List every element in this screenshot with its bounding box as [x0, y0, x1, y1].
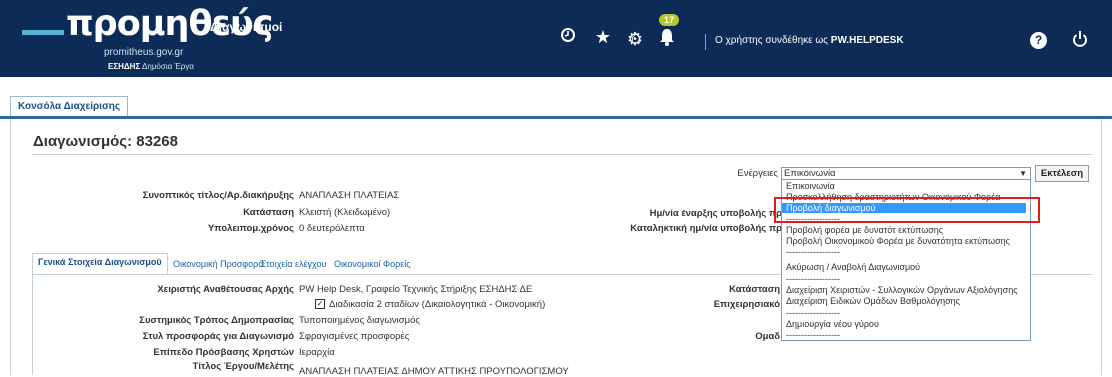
- authority-value: PW Help Desk, Γραφείο Τεχνικής Στήριξης …: [299, 284, 533, 295]
- project-title-label: Τίτλος Έργου/Μελέτης: [192, 361, 294, 372]
- logo-accent-bar: [22, 30, 64, 35]
- dropdown-option[interactable]: Ακύρωση / Αναβολή Διαγωνισμού: [786, 262, 920, 272]
- page-title: Διαγωνισμός: 83268: [33, 133, 178, 150]
- dropdown-option[interactable]: Διαχείριση Χειριστών - Συλλογικών Οργάνω…: [786, 285, 1018, 295]
- method-value: Τυποποιημένος διαγωνισμός: [299, 315, 420, 326]
- notification-count-badge[interactable]: 17: [659, 14, 680, 26]
- subtab-economic-operators[interactable]: Οικονομικοί Φορείς: [334, 259, 411, 269]
- actions-label: Ενέργειες: [737, 168, 778, 179]
- dropdown-separator: ------------------: [786, 247, 840, 257]
- offer-style-value: Σφραγισμένες προσφορές: [299, 331, 410, 342]
- subtab-control-data[interactable]: Στοιχεία ελέγχου: [261, 259, 326, 269]
- tab-admin-console[interactable]: Κονσόλα Διαχείρισης: [10, 96, 129, 117]
- right-business-label: Επιχειρησιακό: [713, 299, 780, 310]
- gear-icon[interactable]: ⚙: [624, 29, 646, 49]
- access-value: Ιεραρχία: [299, 347, 335, 358]
- dropdown-option[interactable]: Προβολή Οικονομικού Φορέα με δυνατότητα …: [786, 236, 1010, 246]
- header-separator: [705, 34, 706, 50]
- dropdown-option[interactable]: Επικοινωνία: [786, 181, 835, 191]
- actions-selected-value: Επικοινωνία: [784, 168, 836, 179]
- project-title-value: ΑΝΑΠΛΑΣΗ ΠΛΑΤΕΙΑΣ ΔΗΜΟΥ ΑΤΤΙΚΗΣ ΠΡΟΥΠΟΛΟ…: [299, 366, 569, 377]
- bell-icon[interactable]: [656, 28, 678, 50]
- execute-button[interactable]: Εκτέλεση: [1035, 165, 1089, 182]
- end-date-label: Καταληκτική ημ/νία υποβολής πρ: [630, 223, 782, 234]
- dropdown-option[interactable]: Προβολή φορέα με δυνατότ εκτύπωσης: [786, 225, 943, 235]
- dropdown-separator: ------------------: [786, 274, 840, 284]
- user-info: Ο χρήστης συνδέθηκε ως PW.HELPDESK: [715, 35, 904, 46]
- summary-status-label: Κατάσταση: [243, 207, 294, 218]
- summary-title-value: ΑΝΑΠΛΑΣΗ ΠΛΑΤΕΙΑΣ: [299, 190, 400, 201]
- dropdown-separator: ------------------: [786, 330, 840, 340]
- star-icon[interactable]: ★: [592, 27, 614, 47]
- dropdown-separator: ------------------: [786, 308, 840, 318]
- clock-icon[interactable]: [557, 27, 579, 47]
- title-divider: [32, 154, 1092, 155]
- offer-style-label: Στυλ προσφοράς για Διαγωνισμό: [142, 331, 294, 342]
- highlight-box: [774, 197, 1040, 223]
- user-prefix: Ο χρήστης συνδέθηκε ως: [715, 35, 828, 46]
- summary-title-label: Συνοπτικός τίτλος/Αρ.διακήρυξης: [142, 190, 294, 201]
- user-name: PW.HELPDESK: [830, 35, 904, 46]
- tab-strip: [0, 77, 1112, 119]
- summary-remaining-value: 0 δευτερόλεπτα: [299, 223, 365, 234]
- two-stage-label: Διαδικασία 2 σταδίων (Δικαιολογητικά - Ο…: [329, 299, 546, 310]
- app-header: προμηθεύς Διαγωνισμοί promitheus.gov.gr …: [0, 0, 1112, 77]
- right-group-label: Ομαδ: [755, 331, 780, 342]
- summary-status-value: Κλειστή (Κλειδωμένο): [299, 207, 391, 218]
- help-icon[interactable]: ?: [1030, 32, 1047, 49]
- start-date-label: Ημ/νία έναρξης υποβολής πρ: [649, 208, 782, 219]
- authority-label: Χειριστής Αναθέτουσας Αρχής: [157, 284, 294, 295]
- logo-subtitle: Διαγωνισμοί: [210, 20, 283, 34]
- access-label: Επίπεδο Πρόσβασης Χρηστών: [153, 347, 294, 358]
- dropdown-option[interactable]: Διαχείριση Ειδικών Ομάδων Βαθμολόγησης: [786, 296, 960, 306]
- logo-url: promitheus.gov.gr: [104, 47, 184, 58]
- power-icon[interactable]: [1072, 30, 1088, 53]
- logo-org: ΕΣΗΔΗΣ Δημόσια Έργα: [108, 62, 194, 71]
- subtab-general[interactable]: Γενικά Στοιχεία Διαγωνισμού: [32, 253, 168, 275]
- logo-org-name: ΕΣΗΔΗΣ: [108, 62, 141, 71]
- right-status-label: Κατάσταση: [729, 284, 780, 295]
- subtab-financial-offer[interactable]: Οικονομική Προσφορά: [173, 259, 263, 269]
- dropdown-option[interactable]: Δημιουργία νέου γύρου: [786, 319, 879, 329]
- two-stage-checkbox[interactable]: ✓: [315, 299, 325, 309]
- summary-remaining-label: Υπολειπομ.χρόνος: [207, 223, 294, 234]
- logo-org-sub: Δημόσια Έργα: [142, 62, 194, 71]
- method-label: Συστημικός Τρόπος Δημοπρασίας: [139, 315, 294, 326]
